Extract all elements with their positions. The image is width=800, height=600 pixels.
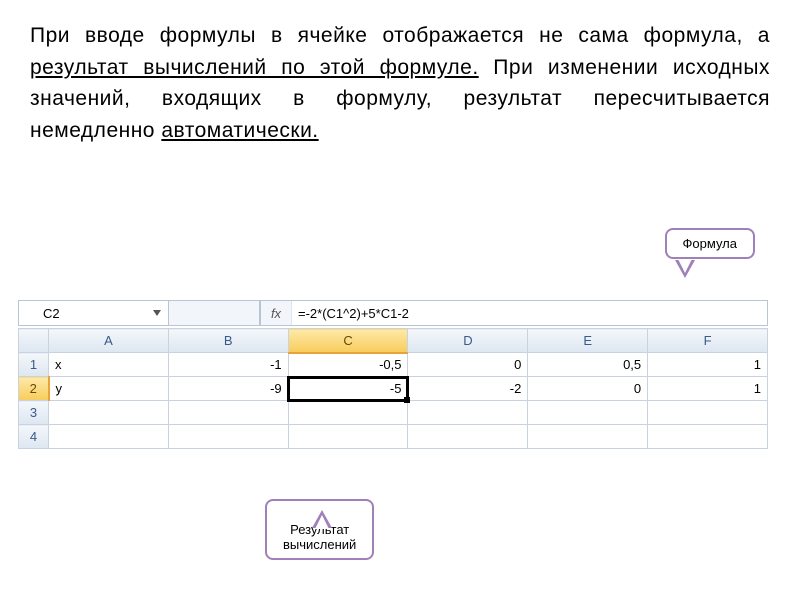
cell[interactable] bbox=[528, 425, 648, 449]
cell[interactable] bbox=[408, 425, 528, 449]
cell[interactable]: -9 bbox=[168, 377, 288, 401]
table-row: 4 bbox=[19, 425, 768, 449]
cell[interactable] bbox=[49, 401, 169, 425]
cell[interactable] bbox=[528, 401, 648, 425]
row-header-2[interactable]: 2 bbox=[19, 377, 49, 401]
cell[interactable]: y bbox=[49, 377, 169, 401]
fx-icon: fx bbox=[271, 306, 281, 321]
col-header-a[interactable]: A bbox=[49, 329, 169, 353]
text-underline-2: автоматически. bbox=[161, 119, 318, 142]
cell[interactable]: -1 bbox=[168, 353, 288, 377]
name-box[interactable]: C2 bbox=[23, 306, 150, 321]
text-underline-1: результат вычислений по этой формуле. bbox=[30, 56, 479, 79]
cell[interactable]: 1 bbox=[648, 353, 768, 377]
fx-button[interactable]: fx bbox=[261, 301, 292, 325]
cell[interactable] bbox=[408, 401, 528, 425]
cell[interactable]: -2 bbox=[408, 377, 528, 401]
cell[interactable]: -0,5 bbox=[288, 353, 408, 377]
cell[interactable]: 0,5 bbox=[528, 353, 648, 377]
formula-bar-spacer bbox=[169, 301, 260, 325]
active-cell[interactable]: -5 bbox=[288, 377, 408, 401]
table-row: 1 x -1 -0,5 0 0,5 1 bbox=[19, 353, 768, 377]
callout-formula: Формула bbox=[665, 228, 755, 259]
col-header-c[interactable]: C bbox=[288, 329, 408, 353]
excel-screenshot: C2 fx =-2*(C1^2)+5*C1-2 A B C D E F bbox=[18, 300, 768, 449]
column-header-row: A B C D E F bbox=[19, 329, 768, 353]
col-header-f[interactable]: F bbox=[648, 329, 768, 353]
name-box-dropdown[interactable] bbox=[150, 306, 164, 320]
formula-bar-input-area: fx =-2*(C1^2)+5*C1-2 bbox=[260, 301, 767, 325]
cell[interactable] bbox=[288, 401, 408, 425]
col-header-b[interactable]: B bbox=[168, 329, 288, 353]
callout-formula-label: Формула bbox=[683, 236, 737, 251]
text-part-1: При вводе формулы в ячейке отображается … bbox=[30, 24, 770, 47]
cell[interactable] bbox=[168, 425, 288, 449]
chevron-down-icon bbox=[153, 310, 161, 316]
cell[interactable] bbox=[49, 425, 169, 449]
col-header-e[interactable]: E bbox=[528, 329, 648, 353]
callout-formula-pointer bbox=[675, 260, 695, 278]
cell[interactable]: 0 bbox=[408, 353, 528, 377]
cell[interactable]: 1 bbox=[648, 377, 768, 401]
callout-result-pointer bbox=[312, 510, 332, 528]
grid-body: 1 x -1 -0,5 0 0,5 1 2 y -9 -5 -2 0 1 3 bbox=[19, 353, 768, 449]
table-row: 3 bbox=[19, 401, 768, 425]
row-header-1[interactable]: 1 bbox=[19, 353, 49, 377]
cell[interactable] bbox=[168, 401, 288, 425]
formula-input[interactable]: =-2*(C1^2)+5*C1-2 bbox=[292, 301, 767, 325]
spreadsheet-grid[interactable]: A B C D E F 1 x -1 -0,5 0 0,5 1 2 y -9 bbox=[18, 328, 768, 449]
explanation-paragraph: При вводе формулы в ячейке отображается … bbox=[30, 20, 770, 146]
formula-bar: C2 fx =-2*(C1^2)+5*C1-2 bbox=[18, 300, 768, 326]
select-all-corner[interactable] bbox=[19, 329, 49, 353]
cell[interactable] bbox=[648, 401, 768, 425]
cell[interactable]: x bbox=[49, 353, 169, 377]
callout-result: Результат вычислений bbox=[265, 499, 374, 560]
cell[interactable] bbox=[648, 425, 768, 449]
cell[interactable]: 0 bbox=[528, 377, 648, 401]
table-row: 2 y -9 -5 -2 0 1 bbox=[19, 377, 768, 401]
cell[interactable] bbox=[288, 425, 408, 449]
name-box-container[interactable]: C2 bbox=[19, 301, 169, 325]
col-header-d[interactable]: D bbox=[408, 329, 528, 353]
row-header-4[interactable]: 4 bbox=[19, 425, 49, 449]
row-header-3[interactable]: 3 bbox=[19, 401, 49, 425]
